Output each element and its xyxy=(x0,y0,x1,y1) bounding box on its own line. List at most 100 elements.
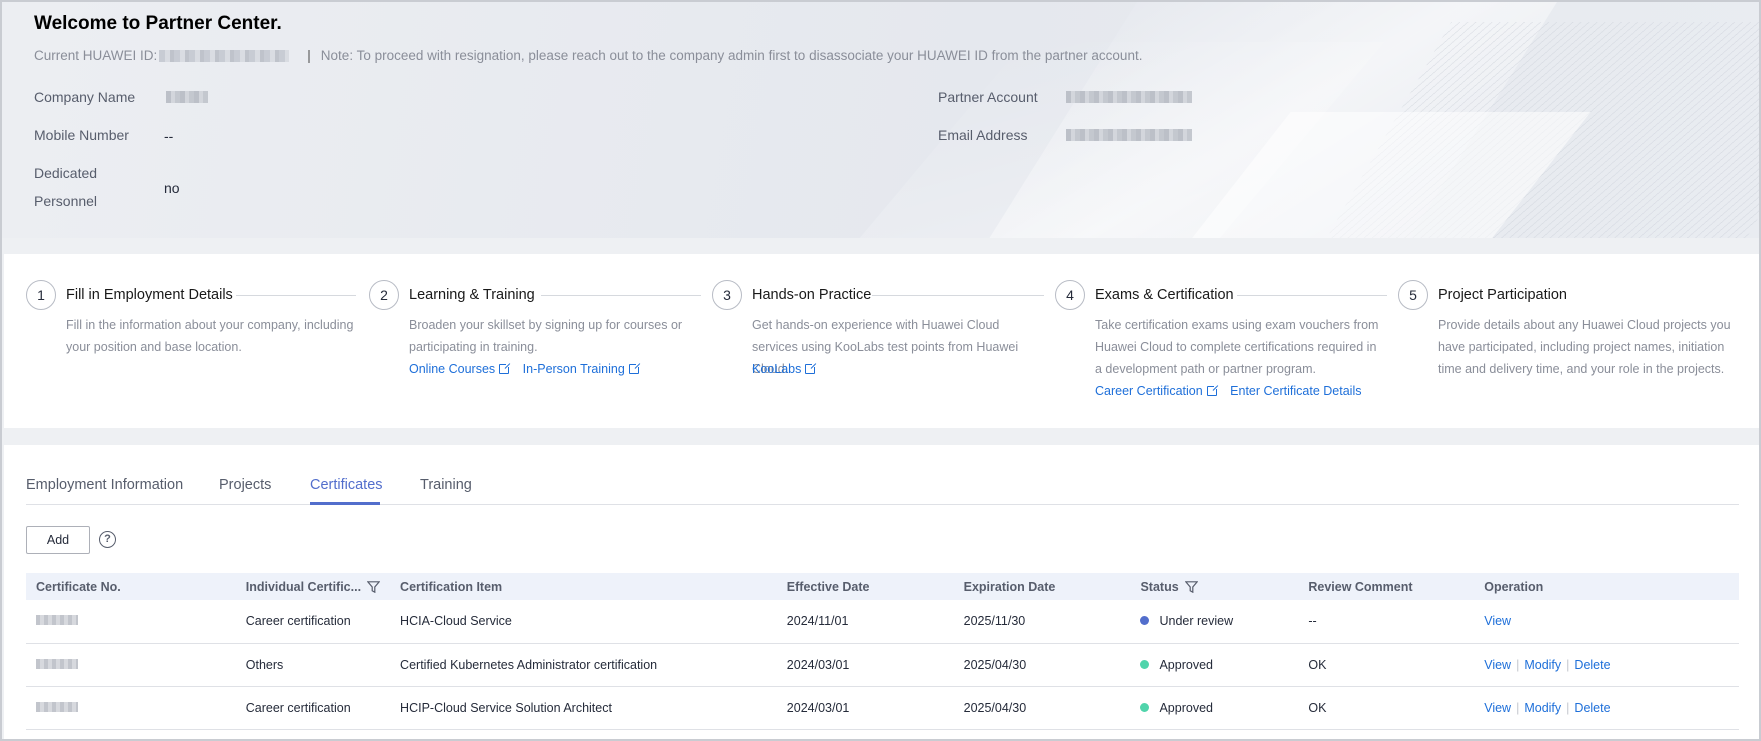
huawei-id-label: Current HUAWEI ID: xyxy=(34,48,158,63)
company-name-value-redacted xyxy=(166,91,208,103)
cell-status: Approved xyxy=(1130,686,1299,730)
email-address-label: Email Address xyxy=(938,127,1028,143)
tab-bar: Employment Information Projects Certific… xyxy=(26,445,1739,505)
step-title: Fill in Employment Details xyxy=(66,287,233,303)
step-description: Broaden your skillset by signing up for … xyxy=(409,318,683,354)
welcome-header: Welcome to Partner Center. Current HUAWE… xyxy=(2,2,1759,238)
enter-certificate-details-link[interactable]: Enter Certificate Details xyxy=(1230,384,1361,398)
step-number: 3 xyxy=(712,280,742,310)
mobile-number-label: Mobile Number xyxy=(34,127,129,143)
step-links: Career Certification Enter Certificate D… xyxy=(1095,384,1371,398)
view-link[interactable]: View xyxy=(1484,658,1511,672)
mobile-number-value: -- xyxy=(164,128,174,144)
column-header-effective-date: Effective Date xyxy=(786,579,870,594)
cell-expiration-date: 2025/04/30 xyxy=(953,643,1131,687)
dedicated-personnel-value: no xyxy=(164,180,180,196)
cell-status: Under review xyxy=(1130,600,1299,644)
tab-certificates[interactable]: Certificates xyxy=(310,477,383,493)
certificates-table: Certificate No. Individual Certific... C… xyxy=(26,573,1739,730)
external-link-icon xyxy=(499,362,512,374)
cell-certification-item: HCIP-Cloud Service Solution Architect xyxy=(390,686,777,730)
cell-expiration-date: 2025/04/30 xyxy=(953,686,1131,730)
delete-link[interactable]: Delete xyxy=(1574,701,1610,715)
cell-effective-date: 2024/03/01 xyxy=(776,686,954,730)
table-row: Others Certified Kubernetes Administrato… xyxy=(26,643,1739,687)
step-number: 2 xyxy=(369,280,399,310)
step-number: 1 xyxy=(26,280,56,310)
modify-link[interactable]: Modify xyxy=(1524,701,1561,715)
cell-operation: View xyxy=(1474,600,1739,644)
column-header-certificate-no: Certificate No. xyxy=(36,579,121,594)
tab-training[interactable]: Training xyxy=(420,477,472,493)
resignation-note: Note: To proceed with resignation, pleas… xyxy=(320,48,1143,63)
column-header-review-comment: Review Comment xyxy=(1308,579,1413,594)
page-title: Welcome to Partner Center. xyxy=(34,13,282,34)
onboarding-steps: 1 Fill in Employment Details Fill in the… xyxy=(4,254,1759,428)
koolabs-link[interactable]: KooLabs xyxy=(752,362,818,376)
column-header-certification-item: Certification Item xyxy=(400,579,503,594)
step-connector xyxy=(236,295,356,296)
cell-expiration-date: 2025/11/30 xyxy=(953,600,1131,644)
cell-operation: View | Modify | Delete xyxy=(1474,686,1739,730)
column-header-expiration-date: Expiration Date xyxy=(963,579,1056,594)
certificates-panel: Employment Information Projects Certific… xyxy=(4,445,1759,739)
step-description: Fill in the information about your compa… xyxy=(66,318,354,354)
certificate-no-redacted xyxy=(26,600,236,644)
cell-certification-item: Certified Kubernetes Administrator certi… xyxy=(390,643,777,687)
cell-certification-type: Others xyxy=(235,643,391,687)
partner-account-value-redacted xyxy=(1066,91,1192,103)
step-connector xyxy=(1237,295,1387,296)
delete-link[interactable]: Delete xyxy=(1574,658,1610,672)
status-dot xyxy=(1140,659,1150,669)
step-number: 4 xyxy=(1055,280,1085,310)
filter-icon[interactable] xyxy=(367,580,381,593)
cell-operation: View | Modify | Delete xyxy=(1474,643,1739,687)
modify-link[interactable]: Modify xyxy=(1524,658,1561,672)
step-connector xyxy=(872,295,1044,296)
status-dot xyxy=(1140,702,1150,712)
status-dot xyxy=(1140,616,1150,626)
cell-review-comment: OK xyxy=(1298,686,1475,730)
step-links: KooLabs xyxy=(752,362,825,376)
column-header-individual-certification: Individual Certific... xyxy=(236,573,390,600)
step-description: Provide details about any Huawei Cloud p… xyxy=(1438,318,1731,376)
add-button[interactable]: Add xyxy=(26,526,90,554)
huawei-id-value-redacted xyxy=(159,50,290,63)
cell-status: Approved xyxy=(1130,643,1299,687)
step-title: Learning & Training xyxy=(409,287,535,303)
cell-effective-date: 2024/03/01 xyxy=(776,643,954,687)
step-title: Project Participation xyxy=(1438,287,1567,303)
table-row: Career certification HCIA-Cloud Service … xyxy=(26,600,1739,644)
view-link[interactable]: View xyxy=(1484,701,1511,715)
step-description: Take certification exams using exam vouc… xyxy=(1095,318,1379,376)
external-link-icon xyxy=(1206,384,1219,396)
external-link-icon xyxy=(805,362,818,374)
view-link[interactable]: View xyxy=(1484,614,1511,628)
page-frame: Welcome to Partner Center. Current HUAWE… xyxy=(0,0,1761,741)
company-name-label: Company Name xyxy=(34,89,136,105)
step-connector xyxy=(541,295,701,296)
cell-review-comment: OK xyxy=(1298,643,1475,687)
cell-certification-item: HCIA-Cloud Service xyxy=(390,600,777,644)
step-links: Online Courses In-Person Training xyxy=(409,362,649,376)
tab-employment-information[interactable]: Employment Information xyxy=(26,477,183,493)
cell-certification-type: Career certification xyxy=(235,686,391,730)
certificate-no-redacted xyxy=(26,686,236,730)
career-certification-link[interactable]: Career Certification xyxy=(1095,384,1219,398)
dedicated-personnel-label: Dedicated xyxy=(34,165,98,181)
online-courses-link[interactable]: Online Courses xyxy=(409,362,512,376)
divider: | xyxy=(307,48,311,63)
in-person-training-link[interactable]: In-Person Training xyxy=(523,362,641,376)
step-title: Exams & Certification xyxy=(1095,287,1234,303)
external-link-icon xyxy=(628,362,641,374)
help-icon[interactable]: ? xyxy=(99,531,116,548)
table-row: Career certification HCIP-Cloud Service … xyxy=(26,686,1739,730)
filter-icon[interactable] xyxy=(1184,580,1198,593)
cell-certification-type: Career certification xyxy=(235,600,391,644)
tab-projects[interactable]: Projects xyxy=(219,477,271,493)
table-header-row: Certificate No. Individual Certific... C… xyxy=(26,573,1739,600)
step-title: Hands-on Practice xyxy=(752,287,872,303)
cell-review-comment: -- xyxy=(1298,600,1475,644)
cell-effective-date: 2024/11/01 xyxy=(776,600,954,644)
email-address-value-redacted xyxy=(1066,129,1192,141)
